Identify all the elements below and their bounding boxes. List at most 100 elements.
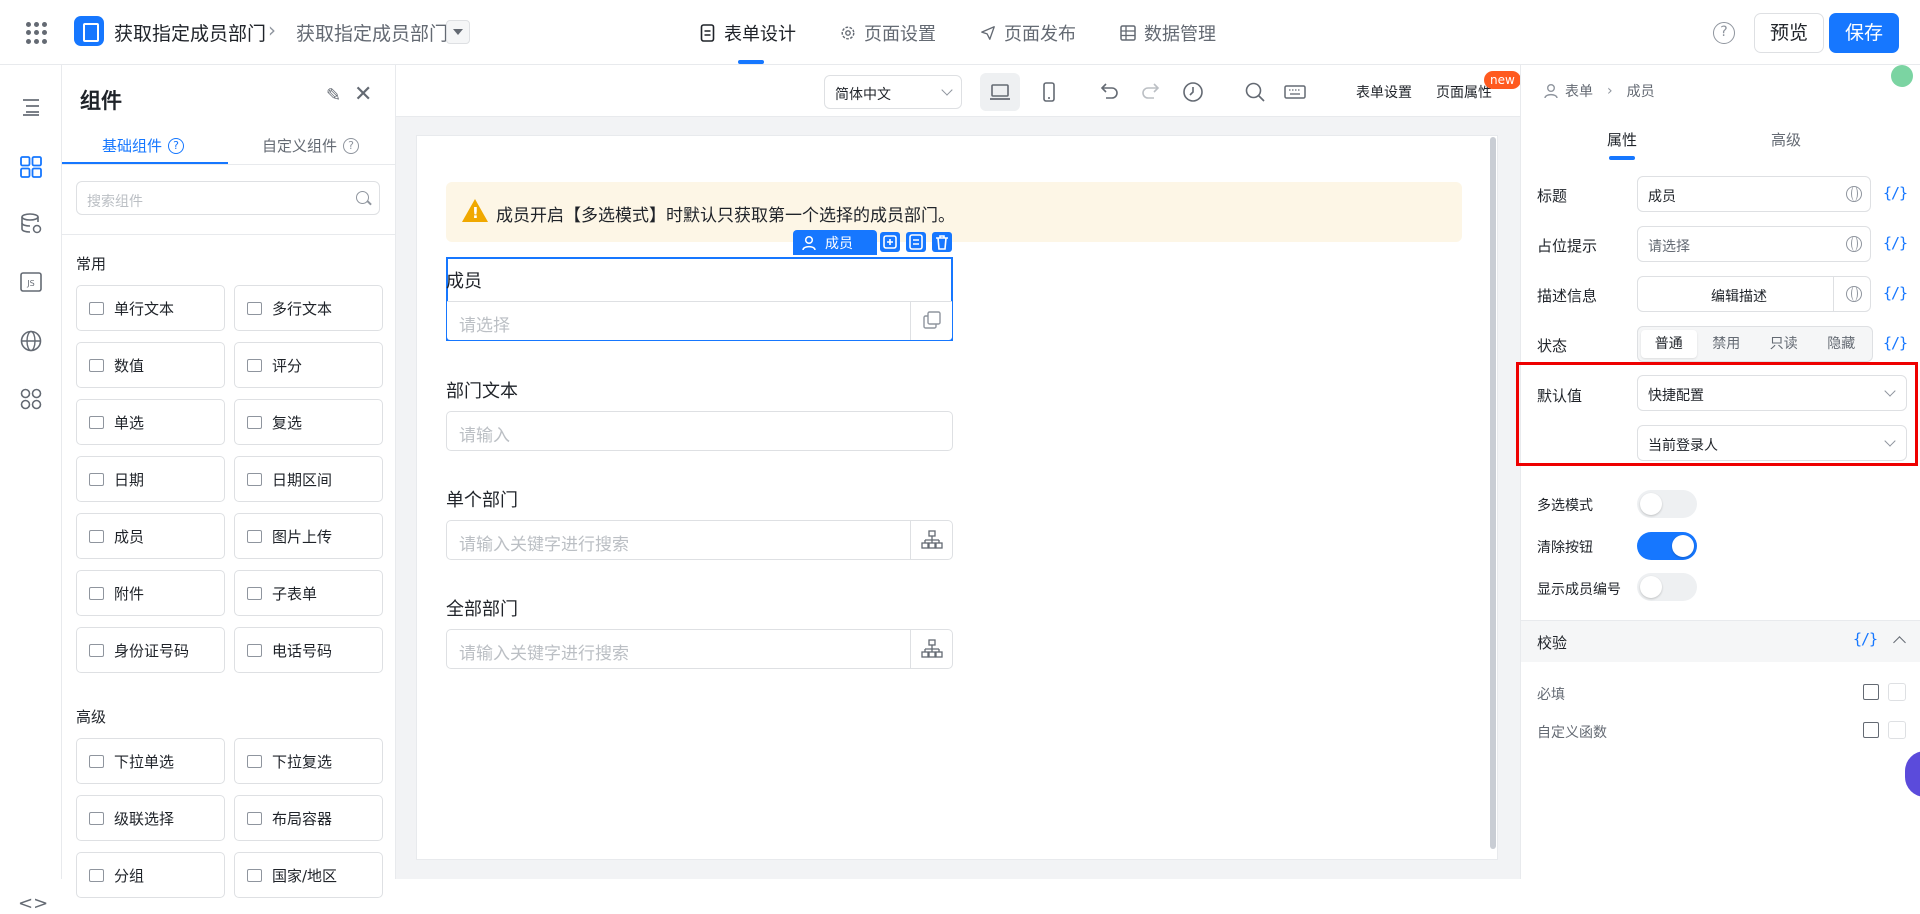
delete-icon[interactable] [932, 232, 952, 252]
duplicate-icon[interactable] [906, 232, 926, 252]
component-item[interactable]: 多行文本 [234, 285, 383, 331]
tab-basic-components[interactable]: 基础组件 ? [102, 135, 185, 156]
tab-properties[interactable]: 属性 [1607, 129, 1637, 150]
help-icon[interactable]: ? [343, 137, 360, 154]
component-item[interactable]: 日期区间 [234, 456, 383, 502]
edit-icon[interactable] [1863, 684, 1879, 700]
chevron-up-icon[interactable] [1893, 636, 1906, 649]
help-icon[interactable]: ? [1713, 22, 1735, 44]
formula-button[interactable]: {/} [1883, 184, 1908, 202]
component-item[interactable]: 国家/地区 [234, 852, 383, 898]
clear-button-toggle[interactable] [1637, 532, 1697, 560]
tab-page-publish[interactable]: 页面发布 [980, 20, 1076, 46]
data-source-icon[interactable] [19, 212, 43, 236]
component-item-label: 评分 [272, 356, 303, 375]
formula-button[interactable]: {/} [1883, 234, 1908, 252]
canvas-scrollbar[interactable] [1490, 137, 1496, 849]
single-dept-input[interactable]: 请输入关键字进行搜索 [446, 520, 953, 560]
tab-data-manage[interactable]: 数据管理 [1120, 20, 1216, 46]
search-input[interactable]: 搜索组件 [76, 181, 380, 215]
member-select[interactable]: 请选择 [447, 301, 952, 340]
formula-button[interactable]: {/} [1883, 334, 1908, 352]
state-readonly[interactable]: 只读 [1756, 330, 1812, 358]
page-props-link[interactable]: 页面属性 [1436, 82, 1492, 102]
component-type-icon [89, 358, 104, 372]
multi-mode-toggle[interactable] [1637, 490, 1697, 518]
component-item[interactable]: 下拉单选 [76, 738, 225, 784]
breadcrumb-form[interactable]: 表单 [1565, 81, 1593, 101]
validation-section-header[interactable]: 校验 {/} [1521, 620, 1920, 662]
dept-text-input[interactable]: 请输入 [446, 411, 953, 451]
formula-button[interactable]: {/} [1883, 284, 1908, 302]
mobile-icon[interactable] [1036, 79, 1062, 105]
section-common: 常用 [76, 255, 107, 273]
apps-icon[interactable] [19, 387, 43, 411]
breadcrumb-dropdown-button[interactable] [446, 20, 470, 44]
copy-icon[interactable] [880, 232, 900, 252]
component-type-icon [247, 754, 262, 768]
close-icon[interactable]: ✕ [354, 82, 372, 107]
org-picker-button[interactable] [910, 521, 952, 559]
member-picker-button[interactable] [910, 302, 952, 340]
component-item[interactable]: 图片上传 [234, 513, 383, 559]
app-title[interactable]: 获取指定成员部门 [114, 19, 266, 46]
search-icon[interactable] [1242, 79, 1268, 105]
component-item[interactable]: 身份证号码 [76, 627, 225, 673]
required-checkbox[interactable] [1888, 683, 1906, 701]
component-item[interactable]: 分组 [76, 852, 225, 898]
prop-title-input[interactable]: 成员 [1637, 176, 1871, 212]
history-icon[interactable] [1180, 79, 1206, 105]
js-icon[interactable]: JS [19, 270, 43, 294]
component-item[interactable]: 下拉复选 [234, 738, 383, 784]
component-item[interactable]: 复选 [234, 399, 383, 445]
outline-icon[interactable] [19, 95, 43, 119]
state-disabled[interactable]: 禁用 [1699, 330, 1755, 358]
component-item[interactable]: 数值 [76, 342, 225, 388]
all-dept-input[interactable]: 请输入关键字进行搜索 [446, 629, 953, 669]
component-item[interactable]: 日期 [76, 456, 225, 502]
apps-grid-icon[interactable] [26, 22, 48, 44]
component-item[interactable]: 附件 [76, 570, 225, 616]
tab-advanced[interactable]: 高级 [1771, 129, 1801, 150]
save-button[interactable]: 保存 [1829, 13, 1899, 53]
state-normal[interactable]: 普通 [1641, 330, 1697, 358]
edit-icon[interactable] [1863, 722, 1879, 738]
breadcrumb-separator-icon: › [1607, 83, 1613, 99]
preview-button[interactable]: 预览 [1754, 13, 1824, 53]
component-item[interactable]: 评分 [234, 342, 383, 388]
formula-button[interactable]: {/} [1853, 630, 1878, 648]
custom-fn-checkbox[interactable] [1888, 721, 1906, 739]
component-item[interactable]: 单行文本 [76, 285, 225, 331]
code-icon[interactable]: <> [18, 893, 48, 914]
selected-component-tag[interactable]: 成员 [793, 230, 877, 255]
state-hidden[interactable]: 隐藏 [1814, 330, 1870, 358]
redo-icon[interactable] [1138, 79, 1164, 105]
breadcrumb-current[interactable]: 获取指定成员部门 [296, 19, 448, 46]
component-item[interactable]: 布局容器 [234, 795, 383, 841]
language-select[interactable]: 简体中文 [824, 75, 962, 109]
keyboard-icon[interactable] [1282, 79, 1308, 105]
globe-icon[interactable] [19, 329, 43, 353]
prop-placeholder-input[interactable]: 请选择 [1637, 226, 1871, 262]
components-icon[interactable] [19, 155, 43, 179]
globe-icon[interactable] [1846, 186, 1862, 202]
component-item[interactable]: 子表单 [234, 570, 383, 616]
tab-page-settings[interactable]: 页面设置 [840, 20, 936, 46]
globe-icon[interactable] [1846, 286, 1862, 302]
form-settings-link[interactable]: 表单设置 [1356, 82, 1412, 102]
show-member-no-toggle[interactable] [1637, 573, 1697, 601]
tab-form-design[interactable]: 表单设计 [700, 20, 796, 46]
component-item[interactable]: 单选 [76, 399, 225, 445]
help-icon[interactable]: ? [168, 137, 185, 154]
presence-avatar [1891, 65, 1913, 87]
globe-icon[interactable] [1846, 236, 1862, 252]
component-item[interactable]: 电话号码 [234, 627, 383, 673]
pin-icon[interactable]: ✎ [326, 85, 341, 106]
undo-icon[interactable] [1096, 79, 1122, 105]
tab-custom-components[interactable]: 自定义组件 ? [262, 135, 360, 156]
org-picker-button[interactable] [910, 630, 952, 668]
canvas-toolbar: 简体中文 表单设置 页面属性 new [396, 65, 1521, 117]
edit-desc-button[interactable]: 编辑描述 [1637, 276, 1871, 312]
component-item[interactable]: 级联选择 [76, 795, 225, 841]
component-item[interactable]: 成员 [76, 513, 225, 559]
